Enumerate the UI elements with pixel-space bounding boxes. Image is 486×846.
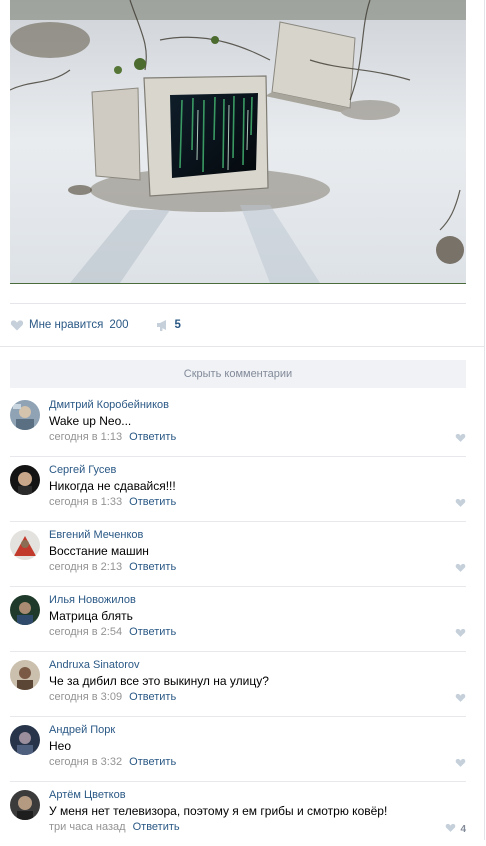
comment-author[interactable]: Сергей Гусев [49,464,116,476]
comment-author[interactable]: Андрей Порк [49,724,115,736]
comment-item: Илья Новожилов Матрица блять сегодня в 2… [10,587,466,652]
avatar[interactable] [10,530,40,560]
heart-icon [445,822,456,836]
comment-meta: сегодня в 1:13 Ответить [49,431,176,443]
avatar[interactable] [10,725,40,755]
heart-icon [455,432,466,446]
comment-text: Восстание машин [49,544,149,558]
comment-text: Никогда не сдавайся!!! [49,479,176,493]
comment-item: Евгений Меченков Восстание машин сегодня… [10,522,466,587]
avatar[interactable] [10,465,40,495]
comment-item: Andruxa Sinatorov Че за дибил все это вы… [10,652,466,717]
heart-icon [10,318,24,332]
like-label: Мне нравится [29,319,104,331]
comment-like-button[interactable] [455,692,466,706]
comment-item: Дмитрий Коробейников Wake up Neo... сего… [10,392,466,457]
comment-like-button[interactable] [455,757,466,771]
hide-comments-button[interactable]: Скрыть комментарии [10,360,466,388]
comment-text: Wake up Neo... [49,414,132,428]
comment-item: Андрей Порк Нео сегодня в 3:32 Ответить [10,717,466,782]
comment-time[interactable]: сегодня в 3:09 [49,691,122,703]
comment-text: Нео [49,739,72,753]
heart-icon [455,692,466,706]
comment-author[interactable]: Дмитрий Коробейников [49,399,169,411]
comment-like-count: 4 [460,823,466,835]
comment-time[interactable]: сегодня в 1:33 [49,496,122,508]
comment-like-button[interactable] [455,497,466,511]
reply-link[interactable]: Ответить [129,431,176,443]
comments-divider [0,346,484,347]
heart-icon [455,757,466,771]
comment-item: Артём Цветков У меня нет телевизора, поэ… [10,782,466,846]
comments-list: Дмитрий Коробейников Wake up Neo... сего… [10,392,466,846]
avatar[interactable] [10,790,40,820]
post-actions: Мне нравится 200 5 [10,316,181,334]
comment-like-button[interactable] [455,432,466,446]
comment-time[interactable]: сегодня в 1:13 [49,431,122,443]
wall-post: Мне нравится 200 5 Скрыть комментарии Дм… [0,0,485,840]
post-photo[interactable] [10,0,466,284]
comment-meta: три часа назад Ответить [49,821,180,833]
share-count: 5 [174,319,181,331]
heart-icon [455,627,466,641]
comment-text: Матрица блять [49,609,133,623]
like-button[interactable]: Мне нравится 200 [10,318,129,332]
share-button[interactable]: 5 [156,318,181,332]
comment-meta: сегодня в 2:54 Ответить [49,626,176,638]
comment-time[interactable]: сегодня в 2:54 [49,626,122,638]
reply-link[interactable]: Ответить [129,756,176,768]
photo-image [10,0,466,283]
comment-like-button[interactable]: 4 [445,822,466,836]
avatar[interactable] [10,660,40,690]
reply-link[interactable]: Ответить [129,626,176,638]
comment-time[interactable]: три часа назад [49,821,126,833]
comment-text: Че за дибил все это выкинул на улицу? [49,674,269,688]
reply-link[interactable]: Ответить [133,821,180,833]
comment-author[interactable]: Евгений Меченков [49,529,143,541]
avatar[interactable] [10,400,40,430]
heart-icon [455,562,466,576]
megaphone-icon [156,318,170,332]
actions-divider-top [10,303,466,304]
comment-time[interactable]: сегодня в 3:32 [49,756,122,768]
comment-like-button[interactable] [455,627,466,641]
comment-author[interactable]: Артём Цветков [49,789,126,801]
reply-link[interactable]: Ответить [129,691,176,703]
comment-text: У меня нет телевизора, поэтому я ем гриб… [49,804,388,818]
like-count: 200 [109,319,129,331]
comment-author[interactable]: Илья Новожилов [49,594,136,606]
reply-link[interactable]: Ответить [129,496,176,508]
avatar[interactable] [10,595,40,625]
comment-meta: сегодня в 3:32 Ответить [49,756,176,768]
comment-like-button[interactable] [455,562,466,576]
comment-item: Сергей Гусев Никогда не сдавайся!!! сего… [10,457,466,522]
comment-meta: сегодня в 1:33 Ответить [49,496,176,508]
comment-meta: сегодня в 2:13 Ответить [49,561,176,573]
reply-link[interactable]: Ответить [129,561,176,573]
comment-author[interactable]: Andruxa Sinatorov [49,659,140,671]
comment-meta: сегодня в 3:09 Ответить [49,691,176,703]
comment-time[interactable]: сегодня в 2:13 [49,561,122,573]
heart-icon [455,497,466,511]
